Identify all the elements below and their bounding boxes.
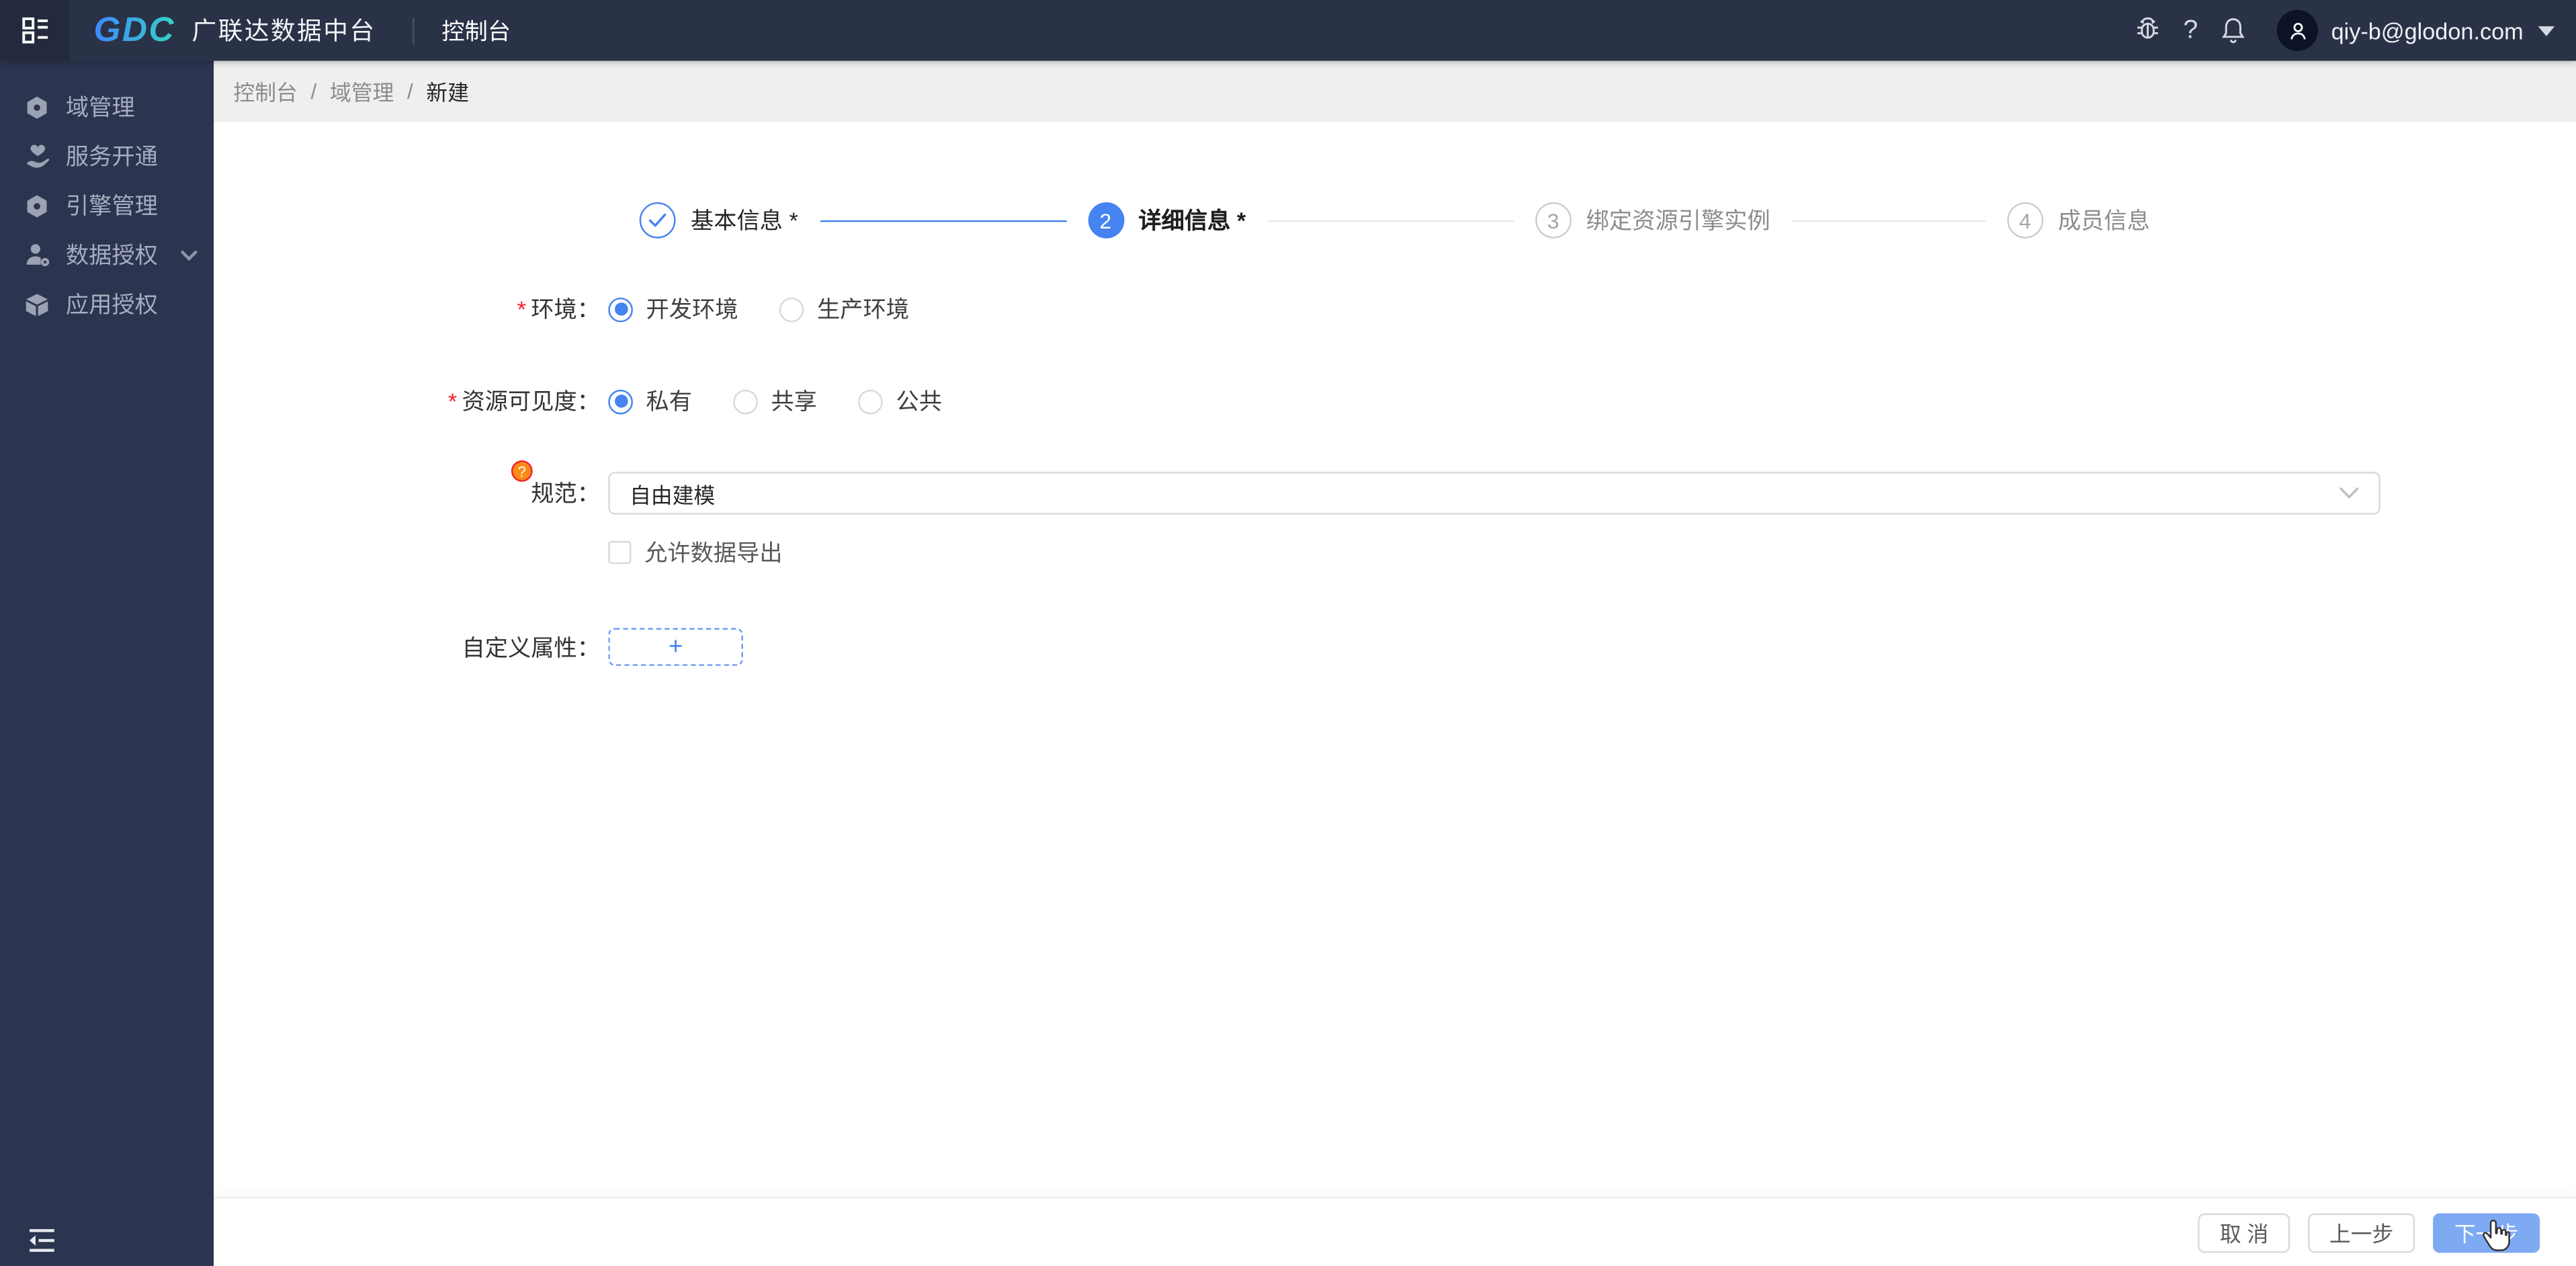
app-root: GDC 广联达数据中台 控制台 ? — [0, 0, 2576, 1266]
visibility-label: *资源可见度： — [214, 385, 600, 418]
bell-icon — [2219, 16, 2247, 44]
step-basic-info[interactable]: 基本信息 * — [640, 202, 798, 239]
radio-unchecked-icon[interactable] — [858, 389, 883, 414]
radio-private[interactable]: 私有 — [608, 385, 692, 418]
wizard-footer: 取 消 上一步 下一步 — [214, 1197, 2576, 1266]
sidebar-item-label: 服务开通 — [66, 140, 158, 173]
step-number: 4 — [2007, 202, 2043, 239]
breadcrumb-console[interactable]: 控制台 — [233, 76, 297, 107]
sidebar: 域管理 服务开通 引擎管理 — [0, 61, 214, 1266]
spec-select-value: 自由建模 — [630, 478, 715, 509]
wizard-content: 基本信息 * 2 详细信息 * 3 绑定资源引擎实例 4 成员信息 — [214, 122, 2576, 1197]
apps-grid-icon — [21, 16, 49, 44]
user-menu-caret-icon[interactable] — [2538, 26, 2554, 36]
radio-public[interactable]: 公共 — [858, 385, 942, 418]
step-number: 3 — [1535, 202, 1572, 239]
wizard-stepper: 基本信息 * 2 详细信息 * 3 绑定资源引擎实例 4 成员信息 — [214, 122, 2576, 239]
previous-step-button[interactable]: 上一步 — [2308, 1212, 2415, 1252]
step-connector — [1792, 220, 1986, 221]
app-title: 广联达数据中台 — [191, 13, 376, 48]
add-custom-attribute-button[interactable]: + — [608, 628, 743, 666]
menu-fold-icon — [26, 1227, 66, 1252]
spec-label: ? 规范： — [214, 477, 600, 510]
env-label: *环境： — [214, 293, 600, 326]
custom-attr-label: 自定义属性： — [214, 630, 600, 663]
header-divider — [412, 17, 413, 44]
sidebar-item-app-authorization[interactable]: 应用授权 — [0, 280, 214, 329]
export-field-row: 允许数据导出 — [214, 536, 2576, 569]
person-icon — [2286, 19, 2309, 42]
user-email[interactable]: qiy-b@glodon.com — [2331, 17, 2524, 44]
radio-checked-icon[interactable] — [608, 389, 633, 414]
apps-menu-button[interactable] — [0, 0, 69, 61]
help-badge-icon[interactable]: ? — [511, 460, 533, 482]
step-connector — [820, 220, 1066, 221]
sidebar-item-label: 应用授权 — [66, 288, 158, 321]
radio-unchecked-icon[interactable] — [733, 389, 758, 414]
radio-prod-environment[interactable]: 生产环境 — [779, 293, 909, 326]
step-number: 2 — [1087, 202, 1123, 239]
cancel-button[interactable]: 取 消 — [2198, 1212, 2290, 1252]
help-button[interactable]: ? — [2170, 10, 2211, 51]
breadcrumb-current-new: 新建 — [426, 76, 469, 107]
gdc-logo: GDC — [93, 11, 175, 50]
radio-dev-environment[interactable]: 开发环境 — [608, 293, 738, 326]
checkbox-allow-data-export[interactable]: 允许数据导出 — [608, 536, 782, 569]
spec-field-row: ? 规范： 自由建模 — [214, 472, 2576, 515]
user-avatar[interactable] — [2277, 10, 2318, 51]
bug-icon — [2134, 16, 2162, 44]
breadcrumb: 控制台 / 域管理 / 新建 — [214, 61, 2576, 122]
spec-select[interactable]: 自由建模 — [608, 472, 2380, 515]
step-member-info[interactable]: 4 成员信息 — [2007, 202, 2150, 239]
step-label: 基本信息 * — [691, 204, 798, 237]
notifications-button[interactable] — [2213, 10, 2253, 51]
top-header: GDC 广联达数据中台 控制台 ? — [0, 0, 2576, 61]
sidebar-item-engine-management[interactable]: 引擎管理 — [0, 181, 214, 230]
visibility-field-row: *资源可见度： 私有 共享 公共 — [214, 385, 2576, 418]
sidebar-item-label: 数据授权 — [66, 239, 158, 271]
radio-unchecked-icon[interactable] — [779, 297, 804, 322]
required-mark: * — [448, 388, 457, 414]
hexagon-nut-icon — [23, 93, 51, 121]
radio-shared[interactable]: 共享 — [733, 385, 817, 418]
bug-report-button[interactable] — [2127, 10, 2168, 51]
env-field-row: *环境： 开发环境 生产环境 — [214, 293, 2576, 326]
next-step-button[interactable]: 下一步 — [2433, 1212, 2540, 1252]
user-gear-icon — [23, 241, 51, 269]
breadcrumb-separator: / — [407, 79, 413, 103]
sidebar-collapse-button[interactable] — [26, 1223, 66, 1256]
hexagon-nut-icon — [23, 192, 51, 220]
step-connector — [1267, 220, 1514, 221]
breadcrumb-separator: / — [310, 79, 316, 103]
step-label: 绑定资源引擎实例 — [1586, 204, 1770, 237]
heart-hand-icon — [23, 142, 51, 171]
help-icon: ? — [2183, 15, 2198, 45]
step-done-check-icon — [640, 202, 676, 239]
chevron-down-icon — [2339, 487, 2359, 500]
main-area: 控制台 / 域管理 / 新建 基本信息 * 2 详细信息 * — [214, 61, 2576, 1266]
sidebar-item-label: 引擎管理 — [66, 189, 158, 222]
required-mark: * — [517, 296, 526, 322]
sidebar-item-label: 域管理 — [66, 91, 135, 124]
cube-icon — [23, 290, 51, 319]
checkbox-unchecked-icon[interactable] — [608, 541, 631, 564]
step-bind-resource-engine[interactable]: 3 绑定资源引擎实例 — [1535, 202, 1770, 239]
sidebar-item-domain-management[interactable]: 域管理 — [0, 82, 214, 131]
step-detail-info[interactable]: 2 详细信息 * — [1087, 202, 1246, 239]
nav-console-tab[interactable]: 控制台 — [441, 14, 511, 47]
sidebar-item-data-authorization[interactable]: 数据授权 — [0, 230, 214, 280]
custom-attr-field-row: 自定义属性： + — [214, 628, 2576, 666]
radio-checked-icon[interactable] — [608, 297, 633, 322]
sidebar-item-service-activation[interactable]: 服务开通 — [0, 132, 214, 181]
step-label: 成员信息 — [2058, 204, 2150, 237]
breadcrumb-domain-management[interactable]: 域管理 — [330, 76, 394, 107]
step-label: 详细信息 * — [1138, 204, 1246, 237]
chevron-down-icon — [181, 249, 197, 261]
